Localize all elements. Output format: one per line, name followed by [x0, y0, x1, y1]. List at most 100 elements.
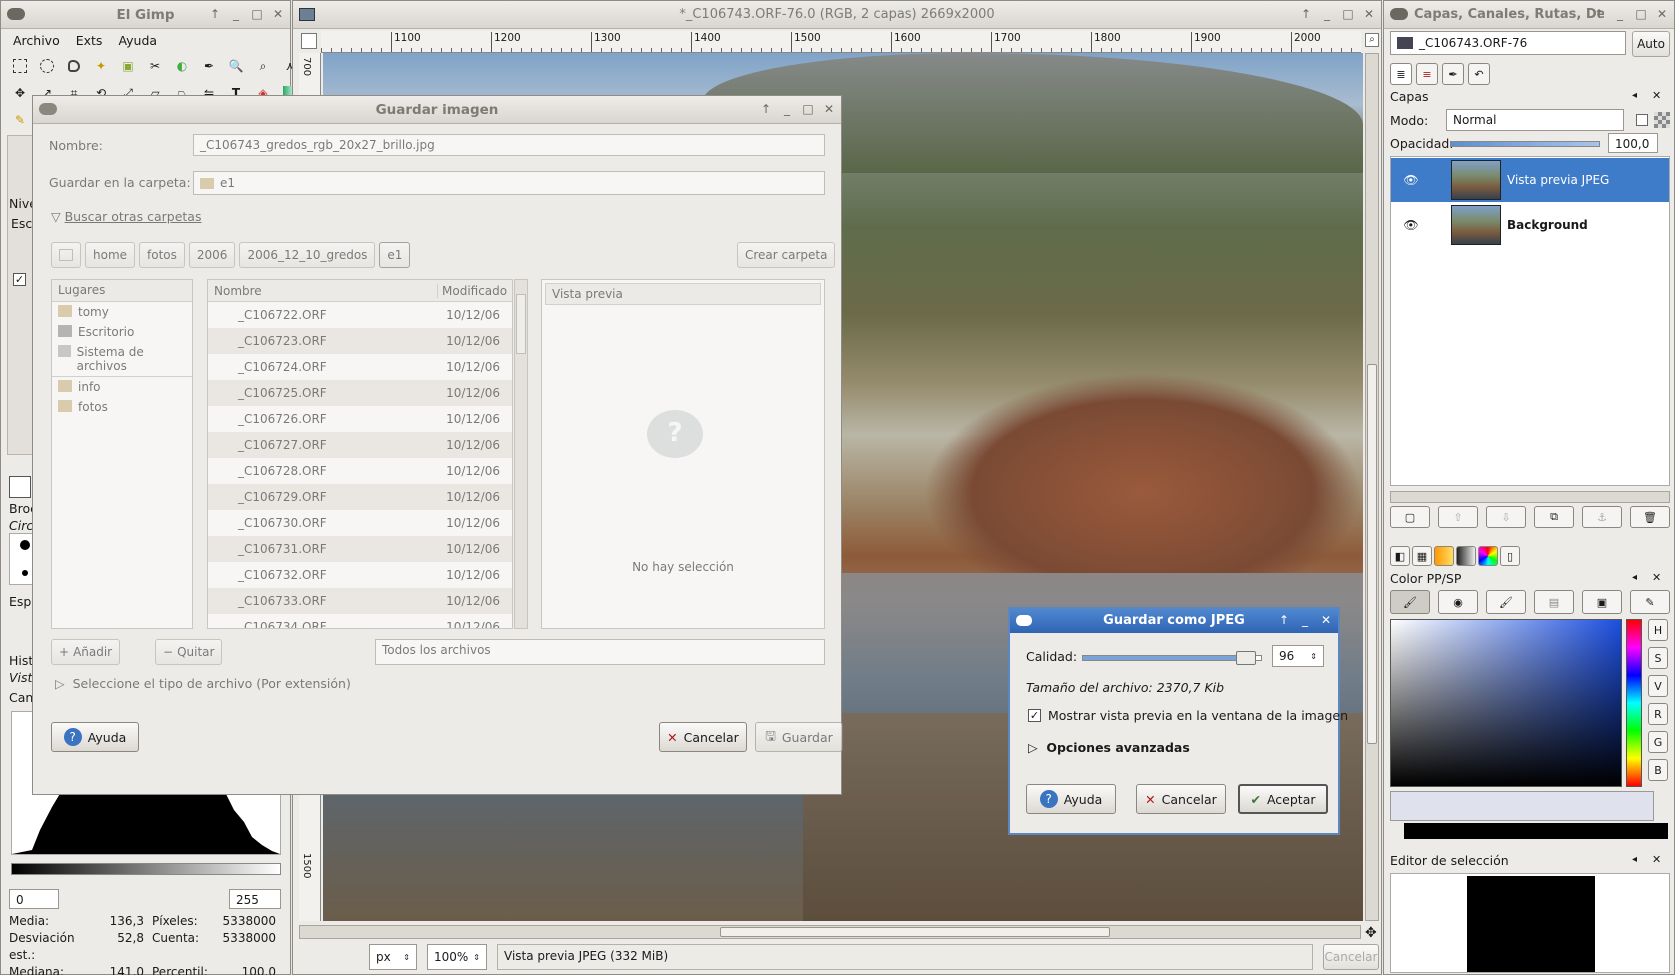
channel-s-button[interactable]: S: [1648, 647, 1668, 669]
close-icon[interactable]: ✕: [272, 7, 284, 21]
filetype-expander[interactable]: ▷ Seleccione el tipo de archivo (Por ext…: [55, 676, 351, 691]
place-fotos[interactable]: fotos: [52, 397, 192, 417]
gimp-selector-icon[interactable]: 🖌: [1390, 590, 1430, 614]
file-row[interactable]: _C106723.ORF 10/12/06: [208, 328, 512, 354]
color-square[interactable]: [1390, 619, 1622, 787]
file-row[interactable]: _C106722.ORF 10/12/06: [208, 302, 512, 328]
rect-select-tool-icon[interactable]: [13, 59, 27, 73]
scissors-tool-icon[interactable]: ✂: [142, 53, 168, 79]
pin-icon[interactable]: ↑: [1278, 613, 1290, 627]
lower-layer-icon[interactable]: ⇩: [1486, 506, 1526, 528]
place-info[interactable]: info: [52, 377, 192, 397]
file-list-scrollbar[interactable]: [514, 279, 528, 629]
color-picker-icon[interactable]: ✎: [1630, 590, 1670, 614]
maximize-icon[interactable]: □: [251, 7, 263, 21]
horizontal-ruler[interactable]: 1100 1200 1300 1400 1500 1600 1700 1800 1900 2000: [321, 31, 1361, 53]
minimize-icon[interactable]: _: [1321, 7, 1333, 21]
raise-layer-icon[interactable]: ⇧: [1438, 506, 1478, 528]
gradient-tab-icon[interactable]: [1434, 546, 1454, 566]
dock-titlebar[interactable]: Capas, Canales, Rutas, Dep ↑ _ □ ✕: [1384, 1, 1674, 29]
path-2006[interactable]: 2006: [188, 242, 236, 268]
file-row[interactable]: _C106731.ORF 10/12/06: [208, 536, 512, 562]
channel-b-button[interactable]: B: [1648, 759, 1668, 781]
duplicate-layer-icon[interactable]: ⧉: [1534, 506, 1574, 528]
cmyk-selector-icon[interactable]: ▤: [1534, 590, 1574, 614]
file-row[interactable]: _C106734.ORF 10/12/06: [208, 614, 512, 628]
vscroll-thumb[interactable]: [1367, 364, 1377, 744]
path-home[interactable]: home: [85, 242, 136, 268]
layer-row-background[interactable]: 👁 Background: [1391, 203, 1669, 247]
spin-arrows-icon[interactable]: ⇕: [1310, 652, 1317, 661]
file-row[interactable]: _C106730.ORF 10/12/06: [208, 510, 512, 536]
layers-tab-icon[interactable]: ≣: [1390, 63, 1412, 85]
pin-icon[interactable]: ↑: [760, 102, 772, 116]
zoom-select[interactable]: 100% ⇕: [427, 944, 487, 970]
place-filesystem[interactable]: Sistema de archivos: [52, 342, 192, 377]
unit-select[interactable]: px ⇕: [369, 944, 417, 970]
patterns-tab-icon[interactable]: ▦: [1412, 546, 1432, 566]
path-e1[interactable]: e1: [379, 242, 411, 268]
toolbox-titlebar[interactable]: El Gimp ↑ _ □ ✕: [1, 1, 290, 29]
minimize-icon[interactable]: _: [1299, 613, 1311, 627]
horizontal-scrollbar[interactable]: [299, 925, 1361, 939]
vertical-scrollbar[interactable]: [1365, 53, 1379, 921]
mode-select[interactable]: Normal: [1446, 109, 1624, 131]
histogram-high-input[interactable]: 255: [229, 889, 281, 909]
file-row[interactable]: _C106726.ORF 10/12/06: [208, 406, 512, 432]
panel-menu-icon[interactable]: ◂: [1632, 90, 1637, 101]
channel-g-button[interactable]: G: [1648, 731, 1668, 753]
layers-hscroll[interactable]: [1390, 491, 1670, 503]
fg-bg-tab-icon[interactable]: ◧: [1390, 546, 1410, 566]
foreground-color-swatch[interactable]: [1390, 791, 1654, 821]
lasso-tool-icon[interactable]: [68, 60, 80, 72]
image-select[interactable]: _C106743.ORF-76: [1390, 31, 1626, 55]
col-modified-header[interactable]: Modificado: [438, 284, 507, 298]
quick-mask-icon[interactable]: [301, 33, 317, 49]
jpeg-cancel-button[interactable]: ✕ Cancelar: [1136, 784, 1226, 814]
file-row[interactable]: _C106727.ORF 10/12/06: [208, 432, 512, 458]
file-row[interactable]: _C106724.ORF 10/12/06: [208, 354, 512, 380]
panel-menu-icon[interactable]: ◂: [1632, 572, 1637, 583]
menu-ayuda[interactable]: Ayuda: [118, 33, 157, 48]
menu-exts[interactable]: Exts: [76, 33, 103, 48]
fuzzy-select-tool-icon[interactable]: ✦: [88, 53, 114, 79]
file-scroll-thumb[interactable]: [516, 294, 526, 354]
minimize-icon[interactable]: _: [230, 7, 242, 21]
name-input[interactable]: _C106743_gredos_rgb_20x27_brillo.jpg: [193, 134, 825, 156]
maximize-icon[interactable]: □: [1342, 7, 1354, 21]
add-place-button[interactable]: + Añadir: [51, 639, 121, 665]
close-icon[interactable]: ✕: [823, 102, 835, 116]
image-titlebar[interactable]: *_C106743.ORF-76.0 (RGB, 2 capas) 2669x2…: [293, 1, 1381, 29]
visibility-eye-icon[interactable]: 👁: [1391, 173, 1431, 187]
checkbox-icon[interactable]: ✓: [13, 273, 26, 286]
opacity-input[interactable]: 100,0: [1608, 133, 1658, 153]
save-button[interactable]: 🖫 Guardar: [755, 722, 843, 752]
remove-place-button[interactable]: − Quitar: [155, 639, 223, 665]
close-icon[interactable]: ✕: [1363, 7, 1375, 21]
channels-tab-icon[interactable]: ≡: [1416, 63, 1438, 85]
panel-menu-icon[interactable]: ◂: [1632, 854, 1637, 865]
scales-selector-icon[interactable]: ▣: [1582, 590, 1622, 614]
move-tool-icon[interactable]: ✥: [7, 80, 33, 106]
histogram-low-input[interactable]: 0: [9, 889, 59, 909]
navigate-icon[interactable]: ✥: [1365, 925, 1377, 941]
minimize-icon[interactable]: _: [1614, 7, 1626, 21]
browse-expander[interactable]: ▽ Buscar otras carpetas: [51, 209, 201, 224]
zoom-tool-icon[interactable]: ⌕: [250, 53, 276, 79]
zoom-fit-icon[interactable]: ⌕: [1365, 33, 1379, 47]
brush-tab-icon[interactable]: [9, 476, 31, 498]
close-icon[interactable]: ✕: [1320, 613, 1332, 627]
file-row[interactable]: _C106732.ORF 10/12/06: [208, 562, 512, 588]
file-row[interactable]: _C106725.ORF 10/12/06: [208, 380, 512, 406]
panel-close-icon[interactable]: ✕: [1652, 853, 1661, 866]
maximize-icon[interactable]: □: [802, 102, 814, 116]
panel-close-icon[interactable]: ✕: [1652, 571, 1661, 584]
place-tomy[interactable]: tomy: [52, 302, 192, 322]
gradients-tab-icon[interactable]: [1456, 546, 1476, 566]
status-cancel-button[interactable]: Cancelar: [1323, 944, 1379, 970]
auto-button[interactable]: Auto: [1632, 31, 1670, 57]
triangle-selector-icon[interactable]: ◉: [1438, 590, 1478, 614]
lock-alpha-checkbox[interactable]: [1636, 114, 1648, 126]
path-toggle-button[interactable]: [51, 242, 81, 268]
visibility-eye-icon[interactable]: 👁: [1391, 218, 1431, 232]
